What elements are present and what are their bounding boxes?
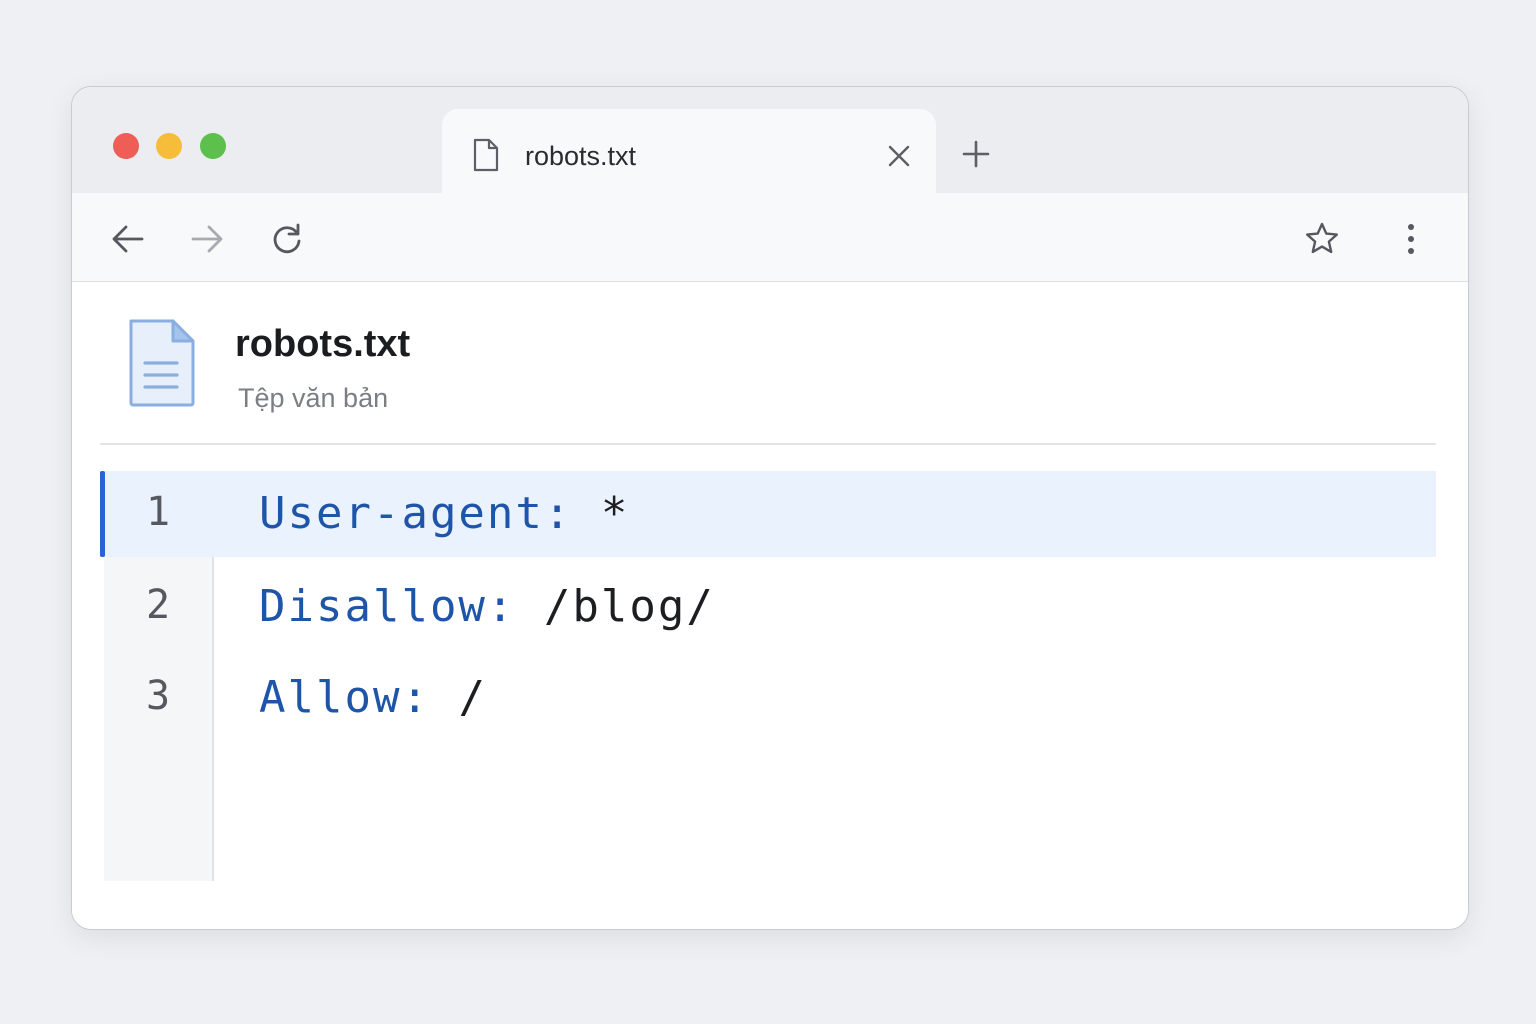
code-text: User-agent: * xyxy=(259,488,629,539)
code-editor[interactable]: 1 User-agent: * 2 Disallow: /blog/ 3 All… xyxy=(100,471,1436,881)
file-name: robots.txt xyxy=(235,323,411,365)
directive-key: Disallow: xyxy=(259,581,516,632)
divider xyxy=(100,443,1436,445)
line-number: 1 xyxy=(145,489,171,535)
tab-robots-txt[interactable]: robots.txt xyxy=(442,109,936,193)
close-icon[interactable] xyxy=(886,143,912,169)
directive-value: /blog/ xyxy=(543,581,715,632)
directive-value: / xyxy=(458,672,487,723)
star-icon[interactable] xyxy=(1304,221,1340,257)
minimize-window-button[interactable] xyxy=(156,133,182,159)
line-number: 3 xyxy=(145,673,171,719)
code-text: Disallow: /blog/ xyxy=(259,581,715,632)
close-window-button[interactable] xyxy=(113,133,139,159)
directive-key: Allow: xyxy=(259,672,430,723)
tab-title: robots.txt xyxy=(525,141,637,171)
back-arrow-icon[interactable] xyxy=(110,221,146,257)
directive-value: * xyxy=(600,488,630,539)
reload-icon[interactable] xyxy=(269,221,305,257)
file-icon xyxy=(473,138,499,172)
file-type: Tệp văn bản xyxy=(238,383,389,413)
code-line[interactable]: 3 Allow: / xyxy=(100,655,1436,741)
plus-icon[interactable] xyxy=(961,139,991,169)
browser-window: robots.txt robots.txt Tệp văn bản 1 User… xyxy=(71,86,1469,930)
forward-arrow-icon[interactable] xyxy=(189,221,225,257)
tab-bar: robots.txt xyxy=(72,87,1468,193)
text-document-icon xyxy=(129,319,195,407)
file-viewer: robots.txt Tệp văn bản 1 User-agent: * 2… xyxy=(72,283,1468,929)
directive-key: User-agent: xyxy=(259,488,573,539)
code-text: Allow: / xyxy=(259,672,487,723)
more-vertical-icon[interactable] xyxy=(1393,221,1429,257)
navigation-toolbar xyxy=(72,193,1468,282)
code-line[interactable]: 2 Disallow: /blog/ xyxy=(100,564,1436,650)
code-line[interactable]: 1 User-agent: * xyxy=(100,471,1436,557)
maximize-window-button[interactable] xyxy=(200,133,226,159)
line-number: 2 xyxy=(145,582,171,628)
